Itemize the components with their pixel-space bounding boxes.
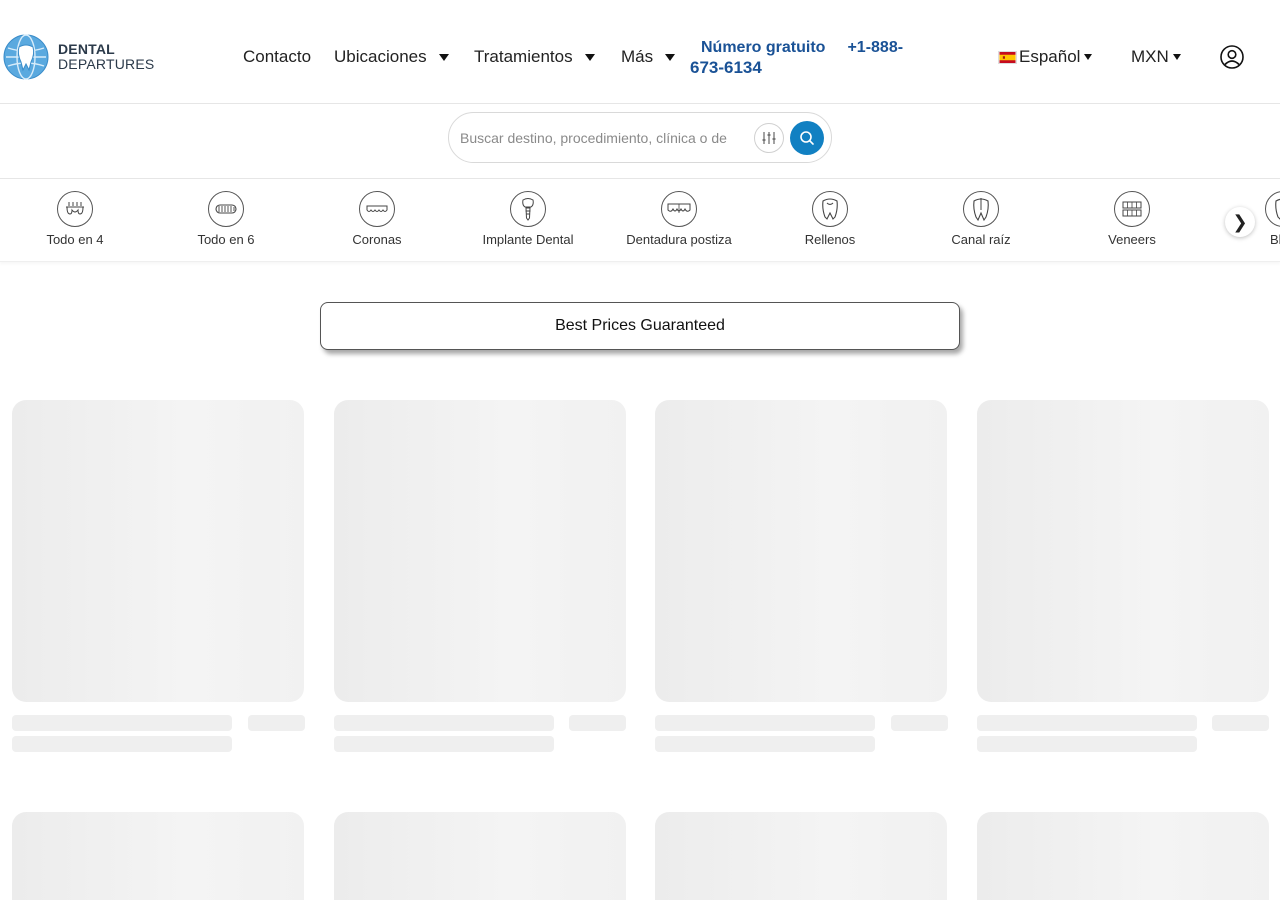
language-selector[interactable]: Español [998, 47, 1093, 67]
nav-more-label: Más [621, 47, 654, 66]
phone-number-part1: +1-888- [847, 39, 904, 56]
skeleton-line [977, 736, 1197, 752]
toll-free-phone-link[interactable]: Número gratuito +1-888- 673-6134 [690, 38, 920, 78]
carousel-next-button[interactable]: ❯ [1225, 207, 1255, 237]
fillings-icon [812, 191, 848, 227]
skeleton-line [655, 736, 875, 752]
nav-treatments-label: Tratamientos [474, 47, 573, 66]
nav-treatments[interactable]: Tratamientos [474, 47, 595, 67]
search-button[interactable] [790, 121, 824, 155]
whitening-icon [1265, 191, 1280, 227]
chevron-right-icon: ❯ [1232, 211, 1248, 232]
search-bar-row [0, 104, 1280, 179]
chevron-down-icon [665, 53, 676, 61]
skeleton-card-image [12, 400, 304, 702]
currency-selector[interactable]: MXN [1131, 47, 1181, 67]
search-input[interactable] [460, 128, 732, 148]
category-label: Todo en 6 [197, 232, 255, 247]
category-item-veneers[interactable]: Veneers [1057, 191, 1207, 247]
nav-contact[interactable]: Contacto [243, 47, 311, 67]
spain-flag-icon [998, 50, 1017, 64]
all-on-6-icon [208, 191, 244, 227]
skeleton-card-image [977, 400, 1269, 702]
category-label: Veneers [1108, 232, 1156, 247]
skeleton-line [1212, 715, 1269, 731]
user-account-icon[interactable] [1220, 45, 1244, 69]
category-label: Implante Dental [482, 232, 574, 247]
chevron-down-icon [584, 53, 595, 61]
root-canal-icon [963, 191, 999, 227]
search-box [448, 112, 832, 163]
skeleton-line [569, 715, 626, 731]
skeleton-card-image [12, 812, 304, 900]
category-label: Blan [1269, 232, 1280, 247]
category-item-crowns[interactable]: Coronas [302, 191, 452, 247]
veneers-icon [1114, 191, 1150, 227]
all-on-4-icon [57, 191, 93, 227]
search-icon [800, 131, 814, 145]
category-item-dental-implant[interactable]: Implante Dental [453, 191, 603, 247]
skeleton-line [977, 715, 1197, 731]
skeleton-card-image [334, 812, 626, 900]
nav-contact-label: Contacto [243, 47, 312, 66]
crowns-icon [359, 191, 395, 227]
category-item-fillings[interactable]: Rellenos [755, 191, 905, 247]
dentures-icon [661, 191, 697, 227]
skeleton-line [248, 715, 305, 731]
filter-button[interactable] [754, 123, 784, 153]
category-item-all-on-4[interactable]: Todo en 4 [0, 191, 150, 247]
nav-more[interactable]: Más [621, 47, 676, 67]
banner-text: Best Prices Guaranteed [555, 317, 725, 334]
skeleton-card-image [977, 812, 1269, 900]
phone-label: Número gratuito [701, 39, 826, 56]
brand-logo[interactable]: DENTAL DEPARTURES [2, 34, 154, 80]
skeleton-card-image [655, 812, 947, 900]
best-prices-banner: Best Prices Guaranteed [320, 302, 960, 350]
chevron-down-icon [1084, 54, 1093, 60]
globe-tooth-logo-icon [3, 34, 49, 80]
category-item-root-canal[interactable]: Canal raíz [906, 191, 1056, 247]
category-item-dentures[interactable]: Dentadura postiza [604, 191, 754, 247]
skeleton-line [891, 715, 948, 731]
category-label: Canal raíz [951, 232, 1011, 247]
category-label: Todo en 4 [46, 232, 104, 247]
brand-name-line1: DENTAL [58, 41, 115, 57]
category-label: Rellenos [804, 232, 856, 247]
chevron-down-icon [1172, 54, 1181, 60]
category-label: Coronas [352, 232, 402, 247]
nav-locations[interactable]: Ubicaciones [334, 47, 449, 67]
currency-label: MXN [1131, 47, 1169, 66]
skeleton-line [334, 715, 554, 731]
skeleton-line [12, 715, 232, 731]
skeleton-card-image [655, 400, 947, 702]
skeleton-line [12, 736, 232, 752]
skeleton-card-image [334, 400, 626, 702]
brand-name-line2: DEPARTURES [58, 56, 155, 72]
phone-number-part2: 673-6134 [690, 58, 762, 77]
nav-locations-label: Ubicaciones [334, 47, 427, 66]
skeleton-line [655, 715, 875, 731]
category-item-all-on-6[interactable]: Todo en 6 [151, 191, 301, 247]
category-carousel: Todo en 4 Todo en 6 Coronas Implante Den… [0, 180, 1280, 262]
chevron-down-icon [438, 53, 449, 61]
sliders-icon [762, 132, 776, 144]
site-header: DENTAL DEPARTURES Contacto Ubicaciones T… [0, 0, 1280, 104]
dental-implant-icon [510, 191, 546, 227]
skeleton-line [334, 736, 554, 752]
language-label: Español [1019, 47, 1081, 66]
category-label: Dentadura postiza [626, 232, 732, 247]
